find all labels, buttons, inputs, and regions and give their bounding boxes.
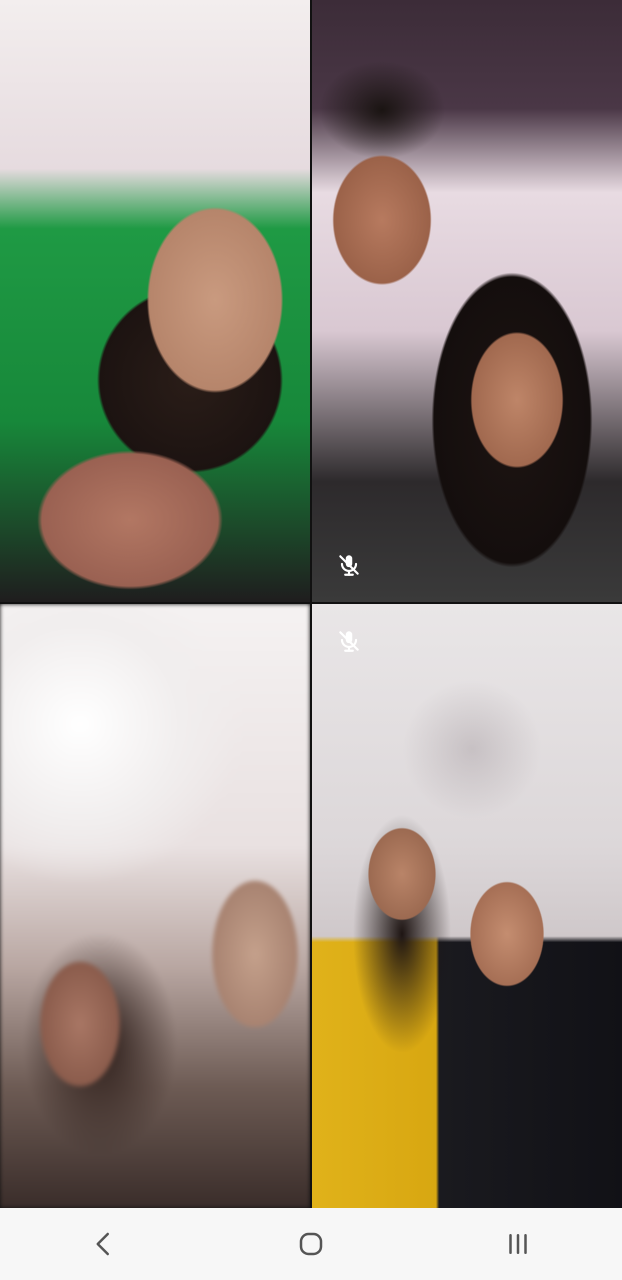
mic-muted-icon (334, 626, 364, 656)
mic-muted-icon (334, 550, 364, 580)
home-button[interactable] (266, 1214, 356, 1274)
participant-video-feed (0, 0, 310, 602)
participant-video-feed (0, 604, 310, 1208)
chevron-left-icon (96, 1232, 109, 1256)
recents-button[interactable] (473, 1214, 563, 1274)
participant-video-tile-3[interactable] (0, 604, 310, 1208)
rounded-square-icon (299, 1232, 323, 1256)
back-button[interactable] (59, 1214, 149, 1274)
android-navigation-bar (0, 1208, 622, 1280)
video-call-grid (0, 0, 622, 1208)
three-bars-icon (509, 1234, 528, 1254)
participant-video-tile-2[interactable] (312, 0, 622, 602)
wall-shadow (402, 679, 542, 819)
participant-video-tile-1[interactable] (0, 0, 310, 602)
participant-video-feed (312, 0, 622, 602)
participant-video-tile-4[interactable] (312, 604, 622, 1208)
